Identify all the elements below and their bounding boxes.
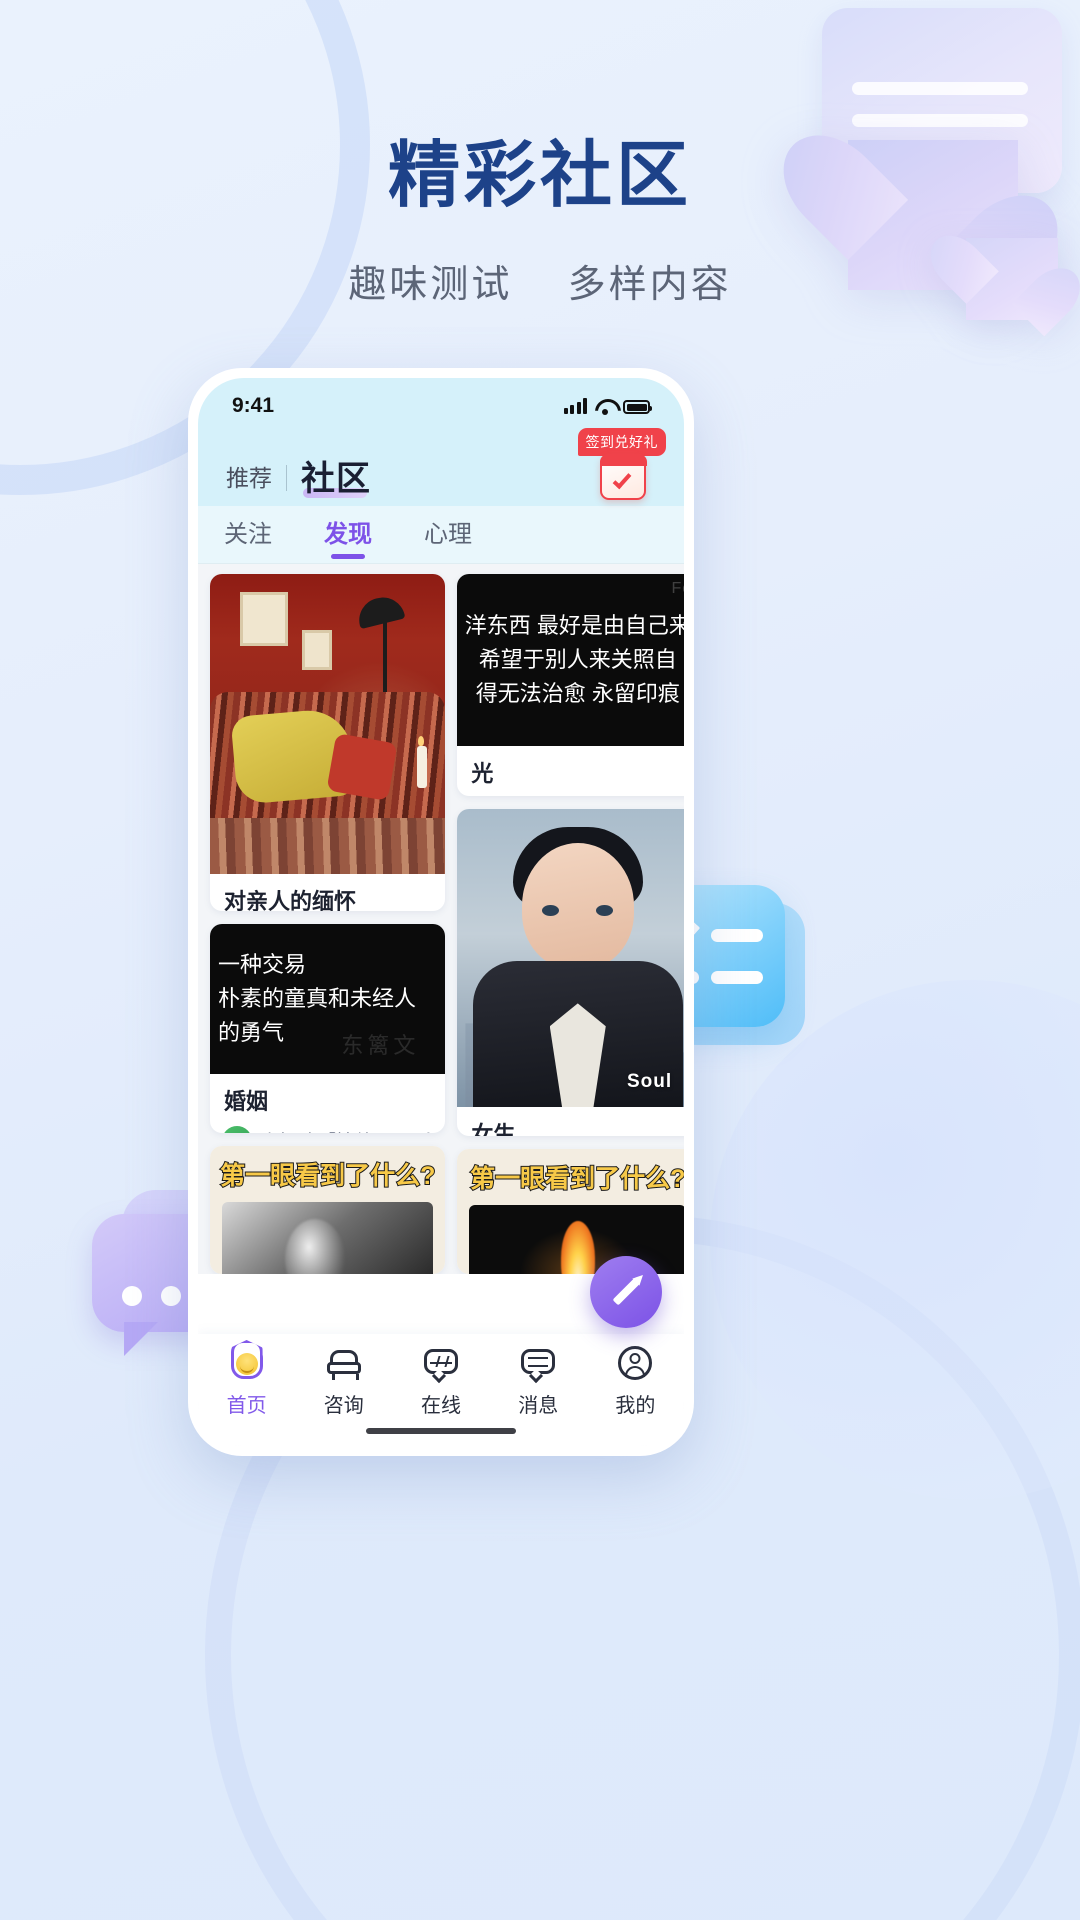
card-meta: 小奶迪【情绪... 1 xyxy=(210,1122,445,1134)
quiz-image xyxy=(469,1205,684,1274)
status-icons xyxy=(563,398,652,415)
card-title: 女生 xyxy=(471,1122,516,1137)
document-line xyxy=(852,82,1028,95)
phone-mockup: 9:41 推荐 社区 签到兑好礼 关注 发现 心理 对亲人的缅怀 一种交易 朴素… xyxy=(188,368,694,1456)
nav-tab-community-label: 社区 xyxy=(301,460,371,498)
like-count: 1 xyxy=(423,1130,434,1134)
subtab-psychology[interactable]: 心理 xyxy=(424,514,472,555)
page-subtitle-left: 趣味测试 xyxy=(348,264,513,306)
nav-divider xyxy=(286,465,287,491)
phone-screen: 9:41 推荐 社区 签到兑好礼 关注 发现 心理 对亲人的缅怀 一种交易 朴素… xyxy=(198,378,684,1446)
like-counter[interactable]: 1 xyxy=(398,1130,434,1134)
tab-consult[interactable]: 咨询 xyxy=(295,1344,392,1418)
page-title: 精彩社区 xyxy=(387,136,692,216)
quiz-card-flame: 第一眼看到了什么? xyxy=(457,1149,684,1274)
subtab-discover[interactable]: 发现 xyxy=(324,514,372,555)
quote-line: 洋东西 最好是由自己来 xyxy=(464,612,684,638)
tab-profile-label: 我的 xyxy=(615,1395,656,1417)
quiz-card-gray: 第一眼看到了什么? xyxy=(210,1146,446,1274)
sofa-icon xyxy=(325,1344,363,1382)
nav-tab-recommend[interactable]: 推荐 xyxy=(226,459,272,500)
avatar-portrait-photo: Soul xyxy=(457,809,684,1108)
quiz-title: 第一眼看到了什么? xyxy=(469,1164,684,1194)
quote-line: 得无法治愈 永留印痕 xyxy=(475,681,680,707)
quote-watermark: Fo xyxy=(671,580,684,597)
page-subtitle: 趣味测试 多样内容 xyxy=(0,253,1080,308)
compose-fab-button[interactable] xyxy=(590,1256,662,1328)
battery-icon xyxy=(623,400,652,414)
tab-messages[interactable]: 消息 xyxy=(490,1344,587,1418)
quote-card-dark: 一种交易 朴素的童真和未经人 的勇气 东篱文 xyxy=(210,924,446,1074)
calendar-check-icon xyxy=(599,453,647,500)
photo-brand-label: Soul xyxy=(626,1071,673,1093)
card-title: 婚姻 xyxy=(224,1089,269,1114)
tab-home[interactable]: 首页 xyxy=(198,1344,295,1418)
compose-pen-icon xyxy=(612,1278,640,1306)
checklist-line xyxy=(711,971,763,984)
nav-tab-community[interactable]: 社区 xyxy=(301,451,371,500)
feed-card[interactable]: 对亲人的缅怀 罗瑛敦[情感... 4 xyxy=(210,574,446,911)
page-subtitle-right: 多样内容 xyxy=(567,264,732,306)
card-title: 光 xyxy=(471,761,494,786)
chat-bubble-tail xyxy=(124,1322,158,1356)
card-meta: 小奶迪【情··· 259 xyxy=(457,794,684,797)
message-icon xyxy=(519,1344,557,1384)
app-navbar: 推荐 社区 签到兑好礼 xyxy=(198,428,684,506)
feed-card[interactable]: Fo 洋东西 最好是由自己来 希望于别人来关照自 得无法治愈 永留印痕 光 小奶… xyxy=(457,574,684,797)
wifi-icon xyxy=(595,399,615,415)
tab-messages-label: 消息 xyxy=(518,1395,559,1417)
tab-profile[interactable]: 我的 xyxy=(587,1344,684,1418)
signin-badge-label: 签到兑好礼 xyxy=(577,428,666,456)
status-bar: 9:41 xyxy=(198,378,684,434)
tab-home-label: 首页 xyxy=(226,1395,267,1417)
cellular-signal-icon xyxy=(563,398,587,414)
tab-online[interactable]: 在线 xyxy=(392,1344,489,1418)
pulse-chat-icon xyxy=(422,1344,460,1384)
heart-icon xyxy=(398,1132,417,1133)
feed-card[interactable]: 一种交易 朴素的童真和未经人 的勇气 东篱文 婚姻 小奶迪【情绪... 1 xyxy=(210,924,446,1134)
content-feed[interactable]: 对亲人的缅怀 罗瑛敦[情感... 4 一种交易 朴素的童真和未经人 的勇气 东篱… xyxy=(198,564,684,1274)
feed-card[interactable]: Soul 女生 小奶迪【情··· 261 xyxy=(457,809,684,1137)
feed-column-left: 对亲人的缅怀 罗瑛敦[情感... 4 一种交易 朴素的童真和未经人 的勇气 东篱… xyxy=(210,574,446,1274)
quote-line: 朴素的童真和未经人 xyxy=(218,985,417,1011)
card-author: 小奶迪【情绪... xyxy=(260,1127,390,1133)
feed-card[interactable]: 第一眼看到了什么? xyxy=(210,1146,446,1274)
checklist-line xyxy=(711,929,763,942)
quiz-title: 第一眼看到了什么? xyxy=(219,1161,436,1191)
quote-line: 希望于别人来关照自 xyxy=(478,646,677,672)
card-title: 对亲人的缅怀 xyxy=(224,889,357,911)
subtab-follow[interactable]: 关注 xyxy=(224,514,272,555)
quote-card-dark: Fo 洋东西 最好是由自己来 希望于别人来关照自 得无法治愈 永留印痕 xyxy=(457,574,684,746)
avatar xyxy=(222,1125,252,1134)
profile-icon xyxy=(616,1344,654,1382)
quote-watermark: 东篱文 xyxy=(341,1033,420,1058)
tab-consult-label: 咨询 xyxy=(323,1395,364,1417)
living-room-photo xyxy=(210,574,446,874)
feed-column-right: Fo 洋东西 最好是由自己来 希望于别人来关照自 得无法治愈 永留印痕 光 小奶… xyxy=(457,574,684,1274)
typing-dot xyxy=(161,1286,181,1306)
quote-line: 一种交易 xyxy=(218,951,307,977)
home-icon xyxy=(228,1344,266,1382)
typing-dot xyxy=(122,1286,142,1306)
signin-reward-button[interactable]: 签到兑好礼 xyxy=(558,428,666,504)
status-time: 9:41 xyxy=(232,394,275,417)
quiz-image xyxy=(222,1202,434,1274)
home-indicator xyxy=(366,1428,516,1434)
feed-card[interactable]: 第一眼看到了什么? xyxy=(457,1149,684,1274)
tab-online-label: 在线 xyxy=(421,1395,461,1417)
subtab-bar: 关注 发现 心理 xyxy=(198,506,684,564)
